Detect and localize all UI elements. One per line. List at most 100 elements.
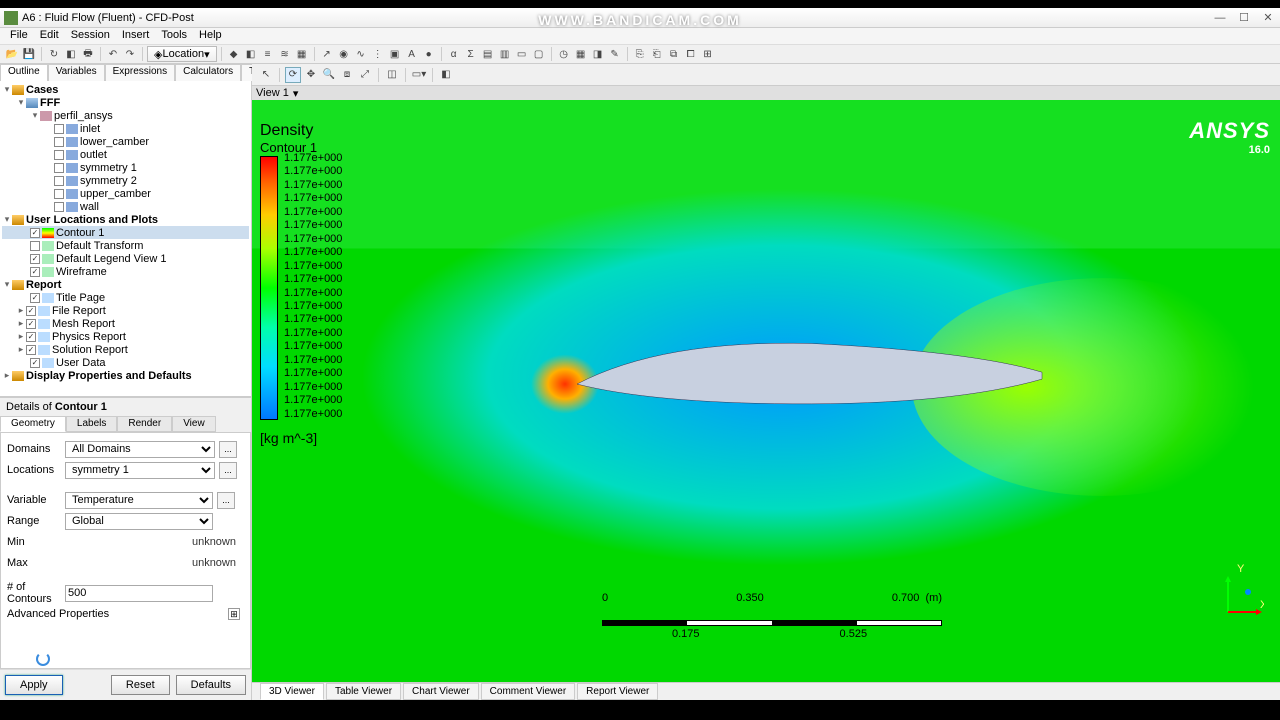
sync-e-icon[interactable]: ⊞ [700, 46, 716, 62]
snapshot-icon[interactable]: ◧ [63, 46, 79, 62]
tab-render[interactable]: Render [117, 416, 172, 432]
checkbox[interactable] [54, 163, 64, 173]
tree-titlepage[interactable]: Title Page [56, 292, 105, 304]
tree-filereport[interactable]: File Report [52, 305, 106, 317]
streamline-icon[interactable]: ∿ [353, 46, 369, 62]
select-icon[interactable]: ↖ [258, 67, 274, 83]
checkbox[interactable] [26, 306, 36, 316]
close-button[interactable]: ✕ [1260, 11, 1276, 25]
locations-select[interactable]: symmetry 1 [65, 462, 215, 479]
contours-input[interactable] [65, 585, 213, 602]
domains-select[interactable]: All Domains [65, 441, 215, 458]
zoom-box-icon[interactable]: ⧈ [339, 67, 355, 83]
expr-icon[interactable]: α [446, 46, 462, 62]
tree-meshreport[interactable]: Mesh Report [52, 318, 115, 330]
tab-labels[interactable]: Labels [66, 416, 117, 432]
expand-icon[interactable]: ▸ [16, 344, 26, 355]
menu-edit[interactable]: Edit [34, 28, 65, 44]
tool-a-icon[interactable]: ◧ [243, 46, 259, 62]
zoom-in-icon[interactable]: 🔍 [321, 67, 337, 83]
tree-deftrans[interactable]: Default Transform [56, 240, 143, 252]
expand-icon[interactable]: ▾ [2, 84, 12, 95]
probe-icon[interactable]: ✎ [607, 46, 623, 62]
tab-variables[interactable]: Variables [48, 64, 105, 81]
maximize-button[interactable]: ☐ [1236, 11, 1252, 25]
tab-3d-viewer[interactable]: 3D Viewer [260, 683, 324, 700]
location-dropdown[interactable]: ◈ Location ▾ [147, 46, 217, 62]
tree-deflegend[interactable]: Default Legend View 1 [56, 253, 167, 265]
tree-report[interactable]: Report [26, 279, 61, 291]
tab-chart-viewer[interactable]: Chart Viewer [403, 683, 479, 700]
tab-table-viewer[interactable]: Table Viewer [326, 683, 401, 700]
point-icon[interactable]: ◆ [226, 46, 242, 62]
tree-contour1[interactable]: Contour 1 [56, 227, 104, 239]
tree-inlet[interactable]: inlet [80, 123, 100, 135]
tree-wireframe[interactable]: Wireframe [56, 266, 107, 278]
tool-d-icon[interactable]: ▦ [294, 46, 310, 62]
expand-icon[interactable]: ▸ [16, 331, 26, 342]
checkbox[interactable] [30, 267, 40, 277]
view-tab[interactable]: View 1 ▾ [252, 86, 1280, 100]
tree-sym2[interactable]: symmetry 2 [80, 175, 137, 187]
rotate-icon[interactable]: ⟳ [285, 67, 301, 83]
checkbox[interactable] [30, 241, 40, 251]
checkbox[interactable] [54, 202, 64, 212]
contour-icon[interactable]: ◉ [336, 46, 352, 62]
print-icon[interactable]: 🖶 [80, 46, 96, 62]
tree-fff[interactable]: FFF [40, 97, 60, 109]
tab-outline[interactable]: Outline [0, 64, 48, 81]
tree-userdata[interactable]: User Data [56, 357, 106, 369]
expand-icon[interactable]: ▾ [2, 214, 12, 225]
figure-icon[interactable]: ▢ [531, 46, 547, 62]
volume-icon[interactable]: ▣ [387, 46, 403, 62]
axis-triad[interactable]: Y X [1216, 564, 1264, 612]
range-select[interactable]: Global [65, 513, 213, 530]
checkbox[interactable] [54, 150, 64, 160]
chart-icon[interactable]: ▥ [497, 46, 513, 62]
sync-a-icon[interactable]: ⎘ [632, 46, 648, 62]
keyframe-icon[interactable]: ◨ [590, 46, 606, 62]
defaults-button[interactable]: Defaults [176, 675, 246, 695]
anim-icon[interactable]: ▦ [573, 46, 589, 62]
tree-solutionreport[interactable]: Solution Report [52, 344, 128, 356]
calc-icon[interactable]: Σ [463, 46, 479, 62]
reload-icon[interactable]: ↻ [46, 46, 62, 62]
face-cull-icon[interactable]: ◧ [438, 67, 454, 83]
apply-button[interactable]: Apply [5, 675, 63, 695]
checkbox[interactable] [30, 293, 40, 303]
sync-c-icon[interactable]: ⧉ [666, 46, 682, 62]
fit-icon[interactable]: ⤢ [357, 67, 373, 83]
checkbox[interactable] [26, 332, 36, 342]
checkbox[interactable] [54, 124, 64, 134]
tree-upper[interactable]: upper_camber [80, 188, 151, 200]
tree-physicsreport[interactable]: Physics Report [52, 331, 126, 343]
tree-outlet[interactable]: outlet [80, 149, 107, 161]
tree-cases[interactable]: Cases [26, 84, 58, 96]
open-icon[interactable]: 📂 [4, 46, 20, 62]
expand-icon[interactable]: ▾ [16, 97, 26, 108]
menu-session[interactable]: Session [65, 28, 116, 44]
timer-icon[interactable]: ◷ [556, 46, 572, 62]
tree-wall[interactable]: wall [80, 201, 99, 213]
sync-b-icon[interactable]: ⎗ [649, 46, 665, 62]
sphere-icon[interactable]: ● [421, 46, 437, 62]
checkbox[interactable] [54, 137, 64, 147]
menu-insert[interactable]: Insert [116, 28, 156, 44]
table-icon[interactable]: ▤ [480, 46, 496, 62]
menu-file[interactable]: File [4, 28, 34, 44]
sync-d-icon[interactable]: ⧠ [683, 46, 699, 62]
tab-view[interactable]: View [172, 416, 216, 432]
tree-lower[interactable]: lower_camber [80, 136, 149, 148]
outline-tree[interactable]: ▾Cases ▾FFF ▾perfil_ansys inlet lower_ca… [0, 81, 251, 396]
vector-icon[interactable]: ↗ [319, 46, 335, 62]
menu-help[interactable]: Help [193, 28, 228, 44]
tool-c-icon[interactable]: ≋ [277, 46, 293, 62]
3d-viewport[interactable]: Density Contour 1 1.177e+0001.177e+0001.… [252, 100, 1280, 682]
tree-perfil[interactable]: perfil_ansys [54, 110, 113, 122]
checkbox[interactable] [30, 358, 40, 368]
pan-icon[interactable]: ✥ [303, 67, 319, 83]
variable-select[interactable]: Temperature [65, 492, 213, 509]
view-mode-dropdown[interactable]: ▭▾ [411, 67, 427, 83]
tab-calculators[interactable]: Calculators [175, 64, 241, 81]
domains-browse-button[interactable]: ... [219, 441, 237, 458]
